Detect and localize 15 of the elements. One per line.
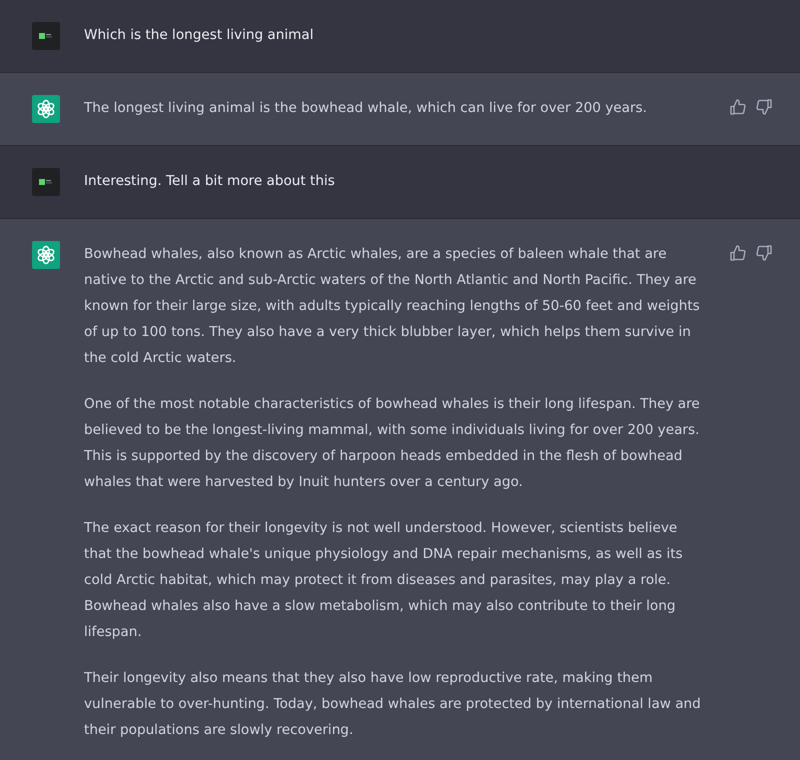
assistant-avatar-icon [32, 95, 60, 123]
thumbs-down-icon[interactable] [756, 245, 772, 261]
thumbs-up-icon[interactable] [730, 245, 746, 261]
assistant-avatar-icon [32, 241, 60, 269]
assistant-message-text: Their longevity also means that they also have low reproductive rate, making them vulnerable to over-hunting. Today, bowhead whales are protected by international law and their populations are slowly recovering. [84, 669, 702, 740]
thumbs-up-icon[interactable] [730, 99, 746, 115]
user-message-text: Which is the longest living animal [84, 26, 315, 45]
assistant-message-text: Bowhead whales, also known as Arctic whales, are a species of baleen whale that are native to the Arctic and sub-Arctic waters of the North Atlantic and North Pacific. They are known for their large size, with adults typically reaching lengths of 50-60 feet and weights of up to 100 tons. They also have a very thick blubber layer, which helps them survive in the cold Arctic waters. [84, 245, 701, 368]
user-message-text: Interesting. Tell a bit more about this [84, 172, 336, 191]
user-avatar-icon [32, 22, 60, 50]
assistant-message-text: The exact reason for their longevity is not well understood. However, scientists believe that the bowhead whale's unique physiology and DNA repair mechanisms, as well as its cold Arctic habitat, which may protect it from diseases and parasites, may play a role. Bowhead whales also have a slow metabolism, which may also contribute to their long lifespan. [84, 519, 684, 642]
user-avatar-icon [32, 168, 60, 196]
assistant-message-text: One of the most notable characteristics of bowhead whales is their long lifespan. They are believed to be the longest-living mammal, with some individuals living for over 200 years. This is supported by the discovery of harpoon heads embedded in the flesh of bowhead whales that were harvested by Inuit hunters over a century ago. [84, 395, 701, 492]
thumbs-down-icon[interactable] [756, 99, 772, 115]
assistant-message-text: The longest living animal is the bowhead whale, which can live for over 200 years. [84, 99, 648, 118]
